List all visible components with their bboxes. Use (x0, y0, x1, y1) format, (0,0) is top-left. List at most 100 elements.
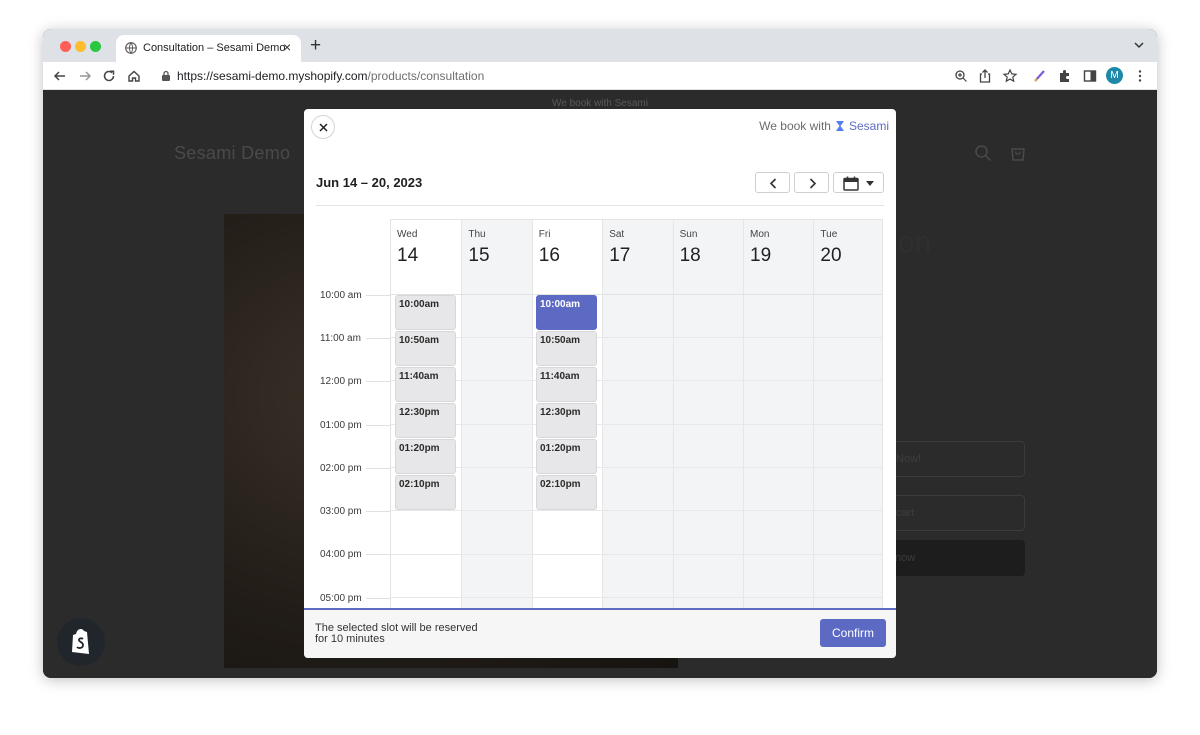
chevron-down-icon[interactable] (1133, 39, 1145, 51)
maximize-window-button[interactable] (90, 41, 101, 52)
time-label: 03:00 pm (320, 506, 362, 517)
url-host: https://sesami-demo.myshopify.com (177, 69, 368, 83)
day-number: 15 (468, 245, 490, 266)
globe-icon (125, 42, 137, 54)
day-column-sun: Sun 18 (672, 220, 743, 608)
sidepanel-icon[interactable] (1082, 68, 1098, 84)
day-column-mon: Mon 19 (743, 220, 814, 608)
chevron-right-icon (809, 178, 817, 189)
prev-week-button[interactable] (755, 172, 790, 193)
day-column-thu: Thu 15 (461, 220, 532, 608)
day-number: 18 (679, 245, 701, 266)
brand-name: Sesami (848, 119, 889, 133)
product-title: on (898, 226, 932, 259)
hour-line (391, 554, 882, 555)
time-slot[interactable]: 10:00am (395, 295, 456, 330)
forward-icon[interactable] (77, 68, 93, 84)
time-slot[interactable]: 10:50am (395, 331, 456, 366)
announcement-bar: We book with Sesami (552, 98, 648, 109)
header-divider (316, 205, 884, 206)
kebab-icon[interactable] (1132, 68, 1148, 84)
day-of-week: Tue (820, 229, 838, 240)
date-picker-button[interactable] (833, 172, 884, 193)
pen-icon[interactable] (1032, 68, 1048, 84)
back-icon[interactable] (52, 68, 68, 84)
reservation-note-line2: for 10 minutes (315, 633, 385, 645)
day-of-week: Sun (679, 229, 698, 240)
modal-footer: The selected slot will be reserved for 1… (304, 608, 896, 658)
tab-title: Consultation – Sesami Demo (143, 42, 286, 54)
day-of-week: Fri (538, 229, 551, 240)
time-label: 04:00 pm (320, 549, 362, 560)
hour-line (391, 467, 882, 468)
time-label: 11:00 am (320, 333, 361, 344)
day-number: 16 (538, 245, 560, 266)
day-column-sat: Sat 17 (602, 220, 673, 608)
time-tick (366, 381, 390, 382)
day-of-week: Mon (750, 229, 770, 240)
date-range: Jun 14 – 20, 2023 (316, 175, 423, 190)
add-to-cart-button: cart (877, 495, 1025, 531)
time-slot[interactable]: 01:20pm (395, 439, 456, 474)
star-icon[interactable] (1002, 68, 1018, 84)
powered-by-text: We book with (759, 119, 831, 133)
home-icon[interactable] (126, 68, 142, 84)
confirm-button[interactable]: Confirm (820, 619, 886, 647)
time-tick (366, 511, 390, 512)
hour-line (391, 337, 882, 338)
lock-icon[interactable] (161, 70, 171, 81)
time-label: 01:00 pm (320, 420, 362, 431)
browser-window: Consultation – Sesami Demo × + https://s… (43, 29, 1157, 678)
puzzle-icon[interactable] (1057, 68, 1073, 84)
hour-line (391, 424, 882, 425)
caret-down-icon (866, 181, 874, 186)
shopify-icon (72, 629, 89, 654)
day-column-tue: Tue 20 (813, 220, 882, 608)
profile-avatar[interactable]: M (1106, 67, 1123, 84)
booking-modal: We book with Sesami Jun 14 – 20, 2023 10… (304, 109, 896, 658)
close-window-button[interactable] (60, 41, 71, 52)
day-number: 19 (750, 245, 772, 266)
search-icon (975, 145, 992, 162)
time-slot[interactable]: 10:50am (536, 331, 597, 366)
day-of-week: Wed (397, 229, 418, 240)
time-slot[interactable]: 11:40am (395, 367, 456, 402)
minimize-window-button[interactable] (75, 41, 86, 52)
title-bar: Consultation – Sesami Demo × + (43, 29, 1157, 62)
reservation-note: The selected slot will be reserved for 1… (315, 623, 535, 645)
store-name: Sesami Demo (174, 143, 291, 163)
book-now-button: Now! (877, 441, 1025, 477)
url-field[interactable]: https://sesami-demo.myshopify.com/produc… (177, 69, 484, 83)
time-slot[interactable]: 11:40am (536, 367, 597, 402)
time-slot[interactable]: 12:30pm (536, 403, 597, 438)
hourglass-icon (835, 121, 844, 131)
time-label: 02:00 pm (320, 463, 362, 474)
time-tick (366, 598, 390, 599)
grid-header-divider (391, 294, 882, 295)
share-icon[interactable] (977, 68, 993, 84)
day-of-week: Thu (468, 229, 486, 240)
hour-line (391, 380, 882, 381)
tab-close-icon[interactable]: × (283, 39, 291, 56)
time-tick (366, 295, 390, 296)
reload-icon[interactable] (101, 68, 117, 84)
shopify-badge[interactable] (57, 618, 105, 666)
hour-line (391, 510, 882, 511)
modal-close-button[interactable] (311, 115, 335, 139)
browser-tab[interactable]: Consultation – Sesami Demo × (116, 35, 301, 62)
calendar-grid: Wed 14 Thu 15 Fri 16 Sat 17 Sun 18 Mon 1… (390, 219, 883, 609)
time-slot[interactable]: 02:10pm (395, 475, 456, 510)
time-slot[interactable]: 01:20pm (536, 439, 597, 474)
day-number: 14 (397, 245, 419, 266)
new-tab-button[interactable]: + (310, 35, 321, 57)
time-tick (366, 425, 390, 426)
time-tick (366, 554, 390, 555)
time-slot[interactable]: 12:30pm (395, 403, 456, 438)
zoom-icon[interactable] (953, 68, 969, 84)
cart-icon (1011, 148, 1025, 161)
time-slot[interactable]: 02:10pm (536, 475, 597, 510)
time-label: 12:00 pm (320, 376, 362, 387)
buy-now-button: now (877, 540, 1025, 576)
next-week-button[interactable] (794, 172, 829, 193)
time-slot-selected[interactable]: 10:00am (536, 295, 597, 330)
